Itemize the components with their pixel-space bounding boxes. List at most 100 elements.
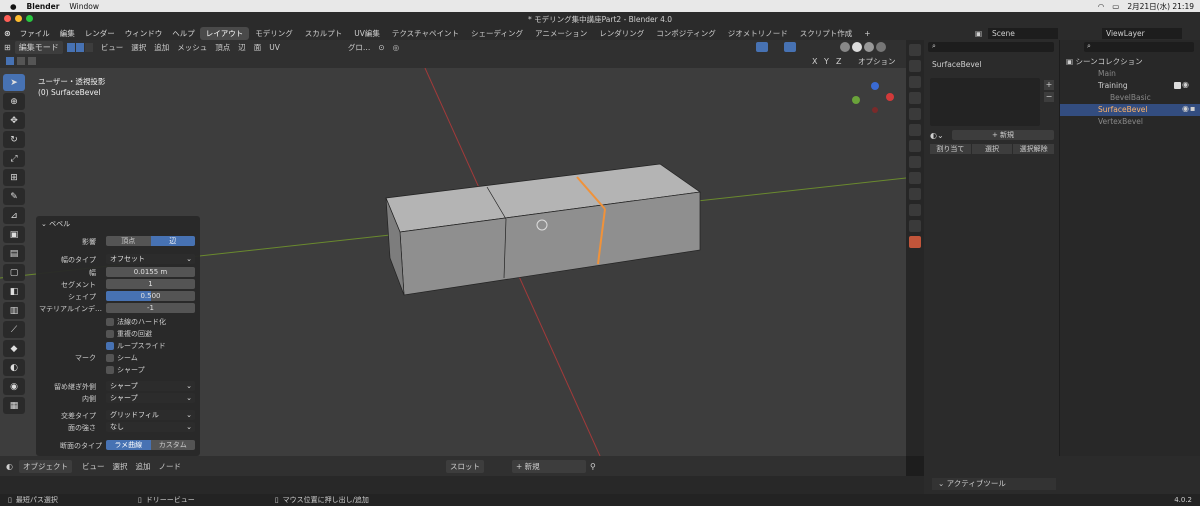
render-tab-icon[interactable] xyxy=(909,60,921,72)
viewlayer-field[interactable]: ViewLayer xyxy=(1102,27,1182,39)
menu-file[interactable]: ファイル xyxy=(15,28,55,39)
tool-tab-icon[interactable] xyxy=(909,44,921,56)
move-tool-icon[interactable]: ✥ xyxy=(3,112,25,129)
world-tab-icon[interactable] xyxy=(909,124,921,136)
material-shading-icon[interactable] xyxy=(864,42,874,52)
proportional-edit-icon[interactable]: ◎ xyxy=(389,43,404,52)
deselect-button[interactable]: 選択解除 xyxy=(1013,144,1055,154)
menu-help[interactable]: ヘルプ xyxy=(167,28,200,39)
editor-type-icon[interactable]: ◐ xyxy=(0,462,19,471)
extrude-tool-icon[interactable]: ▤ xyxy=(3,245,25,262)
scene-icon[interactable]: ▣ xyxy=(975,29,982,38)
affect-vertices-button[interactable]: 頂点 xyxy=(106,236,151,246)
knife-tool-icon[interactable]: ⟋ xyxy=(3,321,25,338)
battery-icon[interactable]: ▭ xyxy=(1112,2,1119,11)
mode-dropdown[interactable]: 編集モード xyxy=(14,40,63,54)
mark-sharp-checkbox[interactable]: シャープ xyxy=(106,365,145,375)
tab-layout[interactable]: レイアウト xyxy=(199,26,250,40)
properties-search-input[interactable]: ⌕ xyxy=(928,42,1054,52)
material-new-button[interactable]: + 新規 xyxy=(952,130,1054,140)
scale-tool-icon[interactable]: ⤢ xyxy=(3,150,25,167)
annotate-tool-icon[interactable]: ✎ xyxy=(3,188,25,205)
select-box-icon[interactable] xyxy=(6,57,14,65)
material-browse-icon[interactable]: ◐⌄ xyxy=(930,131,952,140)
outliner-search-input[interactable]: ⌕ xyxy=(1084,42,1194,52)
width-type-dropdown[interactable]: オフセット ⌄ xyxy=(106,254,195,264)
shader-editor-area[interactable] xyxy=(0,476,924,494)
add-workspace-icon[interactable]: + xyxy=(858,28,876,39)
axis-z-toggle[interactable]: Z xyxy=(836,57,841,66)
rendered-shading-icon[interactable] xyxy=(876,42,886,52)
editor-type-icon[interactable]: ⊞ xyxy=(0,43,15,52)
modifier-tab-icon[interactable] xyxy=(909,156,921,168)
apple-icon[interactable]: ● xyxy=(10,2,17,11)
new-material-button[interactable]: + 新規 xyxy=(512,459,586,473)
material-tab-icon[interactable] xyxy=(909,236,921,248)
tab-geometry-nodes[interactable]: ジオメトリノード xyxy=(722,27,794,40)
blender-logo-icon[interactable]: ⊛ xyxy=(0,29,15,38)
eye-icon[interactable]: ◉ xyxy=(1182,80,1189,89)
eye-icon[interactable]: ◉ xyxy=(1182,104,1189,113)
clock[interactable]: 2月21日(水) 21:19 xyxy=(1127,1,1194,12)
tab-animation[interactable]: アニメーション xyxy=(529,27,593,40)
window-menu[interactable]: Window xyxy=(69,2,99,11)
menu-node[interactable]: ノード xyxy=(154,461,185,472)
view-layer-tab-icon[interactable] xyxy=(909,92,921,104)
tab-compositing[interactable]: コンポジティング xyxy=(650,27,722,40)
snap-icon[interactable]: ⊙ xyxy=(374,43,388,52)
outliner-scene-collection[interactable]: ▣ シーンコレクション xyxy=(1060,56,1200,68)
shrink-tool-icon[interactable]: ▦ xyxy=(3,397,25,414)
gizmo-z-axis[interactable] xyxy=(871,82,879,90)
material-slot-list[interactable] xyxy=(930,78,1040,126)
face-strength-dropdown[interactable]: なし ⌄ xyxy=(106,422,195,432)
solid-shading-icon[interactable] xyxy=(852,42,862,52)
bevel-panel-header[interactable]: ⌄ ベベル xyxy=(41,219,70,229)
particles-tab-icon[interactable] xyxy=(909,172,921,184)
output-tab-icon[interactable] xyxy=(909,76,921,88)
tab-sculpt[interactable]: スカルプト xyxy=(299,27,349,40)
edge-select-icon[interactable] xyxy=(75,42,84,52)
add-cube-tool-icon[interactable]: ▣ xyxy=(3,226,25,243)
select-button[interactable]: 選択 xyxy=(971,144,1013,154)
menu-render[interactable]: レンダー xyxy=(80,28,120,39)
tab-texture-paint[interactable]: テクスチャペイント xyxy=(386,27,465,40)
wireframe-shading-icon[interactable] xyxy=(840,42,850,52)
menu-vertex[interactable]: 頂点 xyxy=(211,42,234,53)
tab-shading[interactable]: シェーディング xyxy=(465,27,529,40)
shape-slider[interactable]: 0.500 xyxy=(106,291,195,301)
menu-edge[interactable]: 辺 xyxy=(234,42,250,53)
loop-slide-checkbox[interactable]: ループスライド xyxy=(106,341,166,351)
poly-build-tool-icon[interactable]: ◆ xyxy=(3,340,25,357)
select-subtract-icon[interactable] xyxy=(28,57,36,65)
pin-icon[interactable]: ⚲ xyxy=(590,462,596,471)
menu-add[interactable]: 追加 xyxy=(150,42,173,53)
add-slot-button[interactable]: + xyxy=(1044,80,1054,90)
harden-normals-checkbox[interactable]: 法線のハード化 xyxy=(106,317,166,327)
visibility-checkbox[interactable] xyxy=(1174,82,1181,89)
transform-tool-icon[interactable]: ⊞ xyxy=(3,169,25,186)
overlay-toggle-icon[interactable] xyxy=(784,42,796,52)
menu-edit[interactable]: 編集 xyxy=(55,28,80,39)
profile-custom-button[interactable]: カスタム xyxy=(150,440,195,450)
select-tool-icon[interactable]: ➤ xyxy=(3,74,25,91)
segments-field[interactable]: 1 xyxy=(106,279,195,289)
profile-superellipse-button[interactable]: ラメ曲線 xyxy=(106,440,151,450)
camera-icon[interactable]: ▪ xyxy=(1190,104,1195,113)
outliner-item-surfacebevel[interactable]: SurfaceBevel xyxy=(1060,104,1200,116)
remove-slot-button[interactable]: − xyxy=(1044,92,1054,102)
scene-tab-icon[interactable] xyxy=(909,108,921,120)
outliner-item-main[interactable]: Main xyxy=(1060,68,1200,80)
inset-tool-icon[interactable]: ▢ xyxy=(3,264,25,281)
tab-modeling[interactable]: モデリング xyxy=(249,27,299,40)
object-tab-icon[interactable] xyxy=(909,140,921,152)
app-menu[interactable]: Blender xyxy=(27,2,60,11)
scene-field[interactable]: Scene xyxy=(988,27,1058,39)
assign-button[interactable]: 割り当て xyxy=(930,144,971,154)
smooth-tool-icon[interactable]: ◉ xyxy=(3,378,25,395)
gizmo-y-axis[interactable] xyxy=(852,96,860,104)
menu-add[interactable]: 追加 xyxy=(131,461,154,472)
menu-select[interactable]: 選択 xyxy=(108,461,131,472)
gizmo-x-axis[interactable] xyxy=(886,93,894,101)
menu-mesh[interactable]: メッシュ xyxy=(173,42,211,53)
miter-outer-dropdown[interactable]: シャープ ⌄ xyxy=(106,381,195,391)
